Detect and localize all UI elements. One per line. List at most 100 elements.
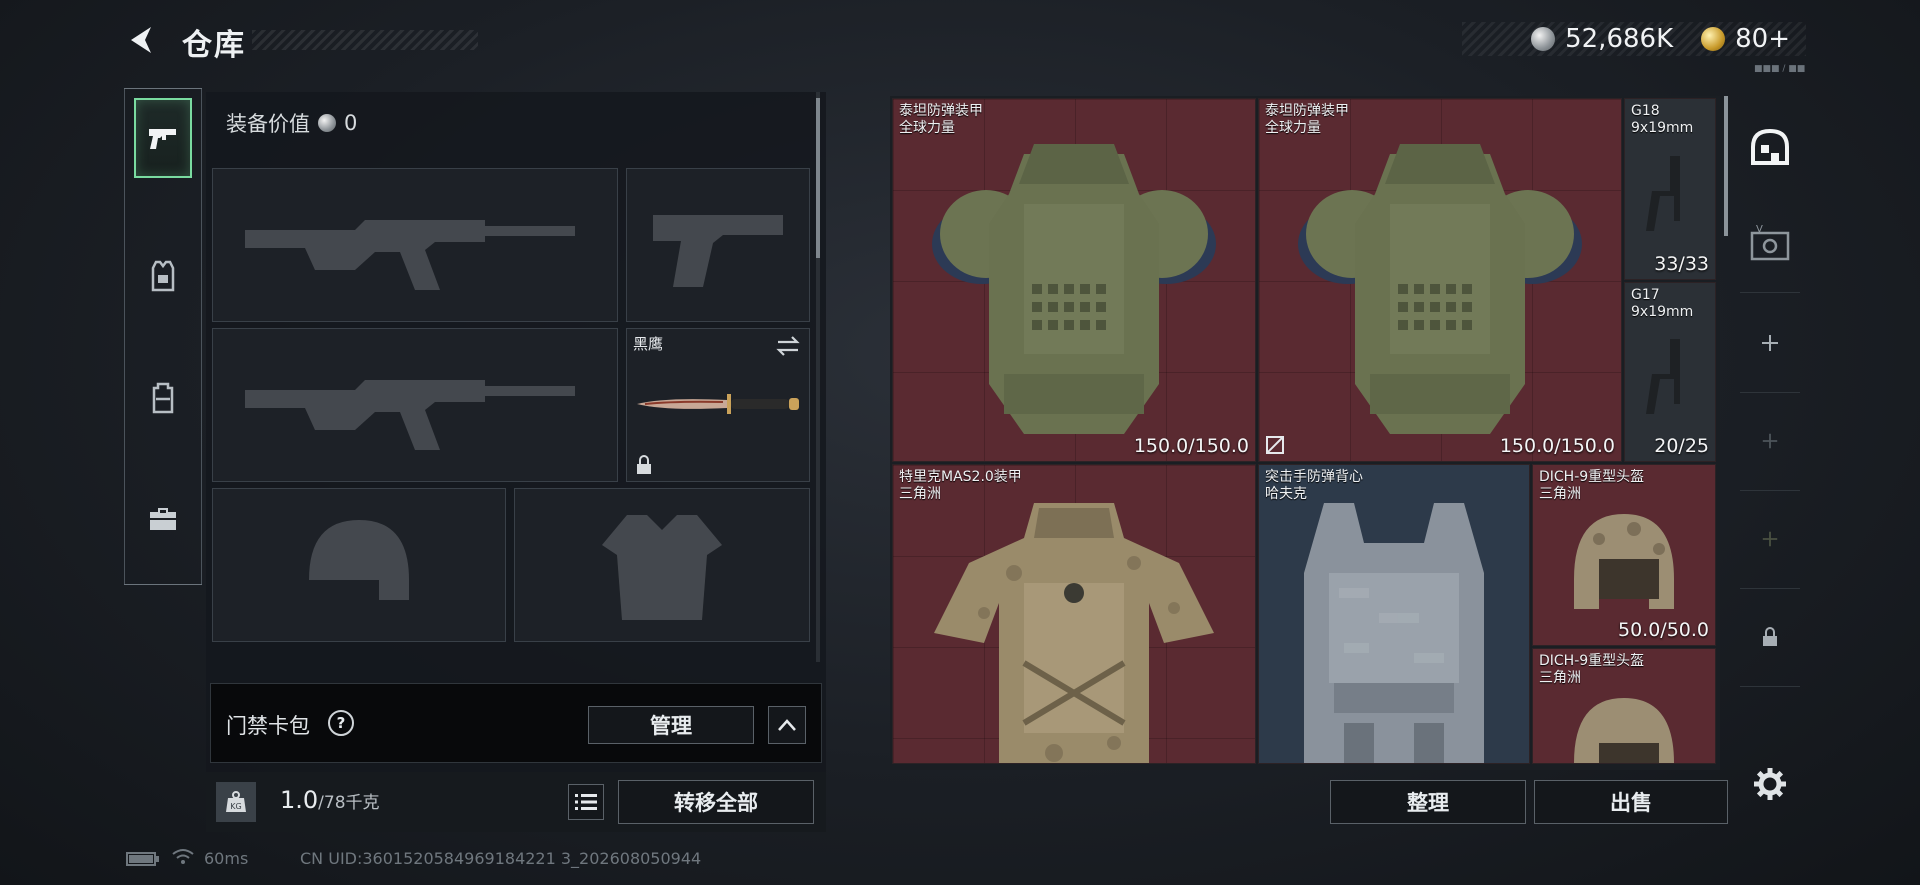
collapse-button[interactable] xyxy=(768,706,806,744)
equipment-value-label: 装备价值 xyxy=(226,112,310,136)
plus-icon xyxy=(1762,433,1778,449)
manage-button[interactable]: 管理 xyxy=(588,706,754,744)
weight-current: 1.0 xyxy=(280,786,319,814)
pistol-icon xyxy=(1646,156,1680,232)
item-name: 特里克MAS2.0装甲 三角洲 xyxy=(899,469,1022,502)
gear-icon xyxy=(1754,768,1786,800)
sidebar-divider xyxy=(1740,292,1800,293)
stash-item[interactable]: DICH-9重型头盔 三角洲 50.0/50.0 xyxy=(1532,464,1716,646)
stash-item[interactable]: 突击手防弹背心 哈夫克 xyxy=(1258,464,1530,764)
back-button[interactable] xyxy=(124,22,160,58)
chevron-up-icon xyxy=(778,719,796,731)
rail-divider xyxy=(124,88,202,89)
list-view-button[interactable] xyxy=(568,784,604,820)
sort-button[interactable]: 整理 xyxy=(1330,780,1526,824)
svg-text:V: V xyxy=(1756,224,1763,235)
secondary-weapon-slot[interactable] xyxy=(212,328,618,482)
body-armor-slot[interactable] xyxy=(514,488,810,642)
lock-icon xyxy=(1763,627,1777,646)
rail-item-kit[interactable] xyxy=(134,478,192,558)
item-name: G17 9x19mm xyxy=(1631,287,1694,320)
plus-icon xyxy=(1762,531,1778,547)
sidebar-divider xyxy=(1740,490,1800,491)
stash-item[interactable]: 泰坦防弹装甲 全球力量 150.0/150.0 xyxy=(892,98,1256,462)
stash-item[interactable]: 泰坦防弹装甲 全球力量 150.0/150.0 xyxy=(1258,98,1622,462)
lock-icon xyxy=(637,455,651,474)
stash-grid: 泰坦防弹装甲 全球力量 150.0/150.0 泰坦防弹装甲 全球力量 150.… xyxy=(890,96,1720,770)
gold-balance[interactable]: 80+ xyxy=(1735,24,1790,54)
rail-item-weapons[interactable] xyxy=(134,98,192,178)
equipment-value: 装备价值 0 xyxy=(226,108,357,138)
sidearm-slot[interactable] xyxy=(626,168,810,322)
knife-icon xyxy=(637,394,799,414)
vest-icon xyxy=(151,260,175,292)
helmet-slot[interactable] xyxy=(212,488,506,642)
item-durability: 50.0/50.0 xyxy=(1617,619,1709,641)
backpack-icon xyxy=(152,382,174,414)
rail-item-backpack[interactable] xyxy=(134,358,192,438)
sidebar-divider xyxy=(1740,392,1800,393)
pistol-icon xyxy=(1646,339,1680,415)
heavy-armor-icon xyxy=(932,144,1216,435)
svg-text:KG: KG xyxy=(230,802,241,811)
pistol-icon xyxy=(149,129,176,149)
currency-bar: 52,686K 80+ xyxy=(1462,22,1806,56)
page-title: 仓库 xyxy=(182,28,246,63)
settings-button[interactable] xyxy=(1740,748,1800,820)
sidebar-divider xyxy=(1740,588,1800,589)
title-decoration xyxy=(252,30,478,50)
equipment-value-amount: 0 xyxy=(344,111,358,135)
card-pack-label: 门禁卡包 xyxy=(226,714,310,738)
stash-icon xyxy=(1751,128,1789,165)
helmet-icon xyxy=(1574,514,1674,609)
item-name: 突击手防弹背心 哈夫克 xyxy=(1265,469,1363,502)
weight-icon: KG xyxy=(216,782,256,822)
stash-scrollbar[interactable] xyxy=(1724,96,1728,236)
help-icon[interactable]: ? xyxy=(328,710,354,736)
item-durability: 150.0/150.0 xyxy=(1499,435,1615,457)
item-ammo: 20/25 xyxy=(1654,435,1709,457)
stash-tab-add[interactable] xyxy=(1740,308,1800,378)
wifi-icon xyxy=(172,848,194,870)
stash-item[interactable]: 特里克MAS2.0装甲 三角洲 xyxy=(892,464,1256,764)
equipment-scroll-thumb[interactable] xyxy=(816,98,820,258)
stash-item[interactable]: G18 9x19mm 33/33 xyxy=(1624,98,1716,280)
helmet-icon xyxy=(1574,697,1674,763)
gold-coin-icon xyxy=(1701,27,1726,51)
sidebar-divider xyxy=(1740,686,1800,687)
back-arrow-icon xyxy=(131,27,151,53)
helmet-silhouette-icon xyxy=(309,520,409,600)
item-durability: 150.0/150.0 xyxy=(1133,435,1249,457)
battery-icon xyxy=(126,851,160,871)
stash-tab-expand[interactable]: V xyxy=(1740,208,1800,278)
safe-box-icon: V xyxy=(1750,224,1790,261)
weight-readout: 1.0/78千克 xyxy=(280,786,380,814)
stash-tab-add[interactable] xyxy=(1740,406,1800,476)
silver-balance: 52,686K xyxy=(1565,24,1674,54)
pistol-silhouette-icon xyxy=(653,215,783,287)
item-name: DICH-9重型头盔 三角洲 xyxy=(1539,653,1645,686)
stash-tab-home[interactable] xyxy=(1740,112,1800,182)
user-uid: CN UID:3601520584969184221 3_20260805094… xyxy=(300,849,702,868)
rifle-silhouette-icon xyxy=(245,380,575,450)
item-name: 泰坦防弹装甲 全球力量 xyxy=(899,103,983,136)
item-ammo: 33/33 xyxy=(1654,253,1709,275)
list-icon xyxy=(575,794,597,810)
no-trade-icon xyxy=(1266,436,1284,454)
silver-coin-icon xyxy=(318,114,336,132)
stash-item[interactable]: DICH-9重型头盔 三角洲 xyxy=(1532,648,1716,764)
sell-button[interactable]: 出售 xyxy=(1534,780,1728,824)
stash-tab-add[interactable] xyxy=(1740,504,1800,574)
toolbox-icon xyxy=(150,508,176,530)
rail-item-armor[interactable] xyxy=(134,236,192,316)
vest-silhouette-icon xyxy=(602,515,722,620)
stash-item[interactable]: G17 9x19mm 20/25 xyxy=(1624,282,1716,462)
item-name: G18 9x19mm xyxy=(1631,103,1694,136)
plus-icon xyxy=(1762,335,1778,351)
transfer-all-button[interactable]: 转移全部 xyxy=(618,780,814,824)
primary-weapon-slot[interactable] xyxy=(212,168,618,322)
melee-slot[interactable]: 黑鹰 xyxy=(626,328,810,482)
swap-icon[interactable] xyxy=(775,335,801,357)
stash-tab-locked[interactable] xyxy=(1740,602,1800,672)
rail-divider xyxy=(124,584,202,585)
